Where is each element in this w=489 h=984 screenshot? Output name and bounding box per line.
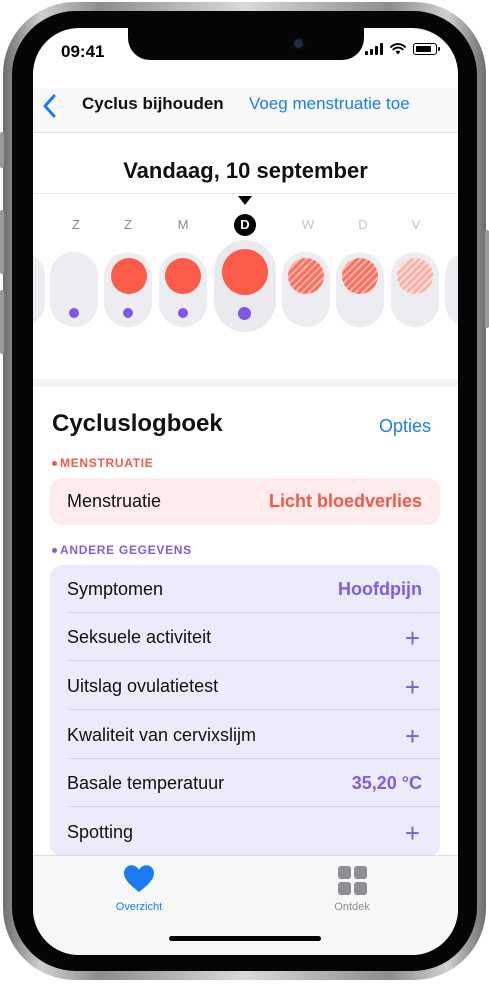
period-marker [111,258,147,294]
status-icons [365,43,440,55]
other-data-section-label: ANDERE GEGEVENS [52,543,192,557]
other-data-section-text: ANDERE GEGEVENS [60,543,192,557]
ovulation-test-row[interactable]: Uitslag ovulatietest + [50,662,440,710]
side-button-power [485,230,489,328]
add-ovulation-test-icon[interactable]: + [405,674,420,700]
other-data-card: Symptomen Hoofdpijn Seksuele activiteit … [50,565,440,857]
day-letter-sun-2: Z [124,217,132,232]
home-indicator[interactable] [169,936,321,941]
day-letter-fri: V [411,217,421,232]
cervical-mucus-row[interactable]: Kwaliteit van cervixslijm + [50,711,440,759]
basal-temperature-label: Basale temperatuur [67,773,225,793]
symptoms-value: Hoofdpijn [338,579,422,599]
menstruation-section-text: MENSTRUATIE [60,456,154,470]
day-letter-wed: W [301,217,315,232]
other-data-dot [69,308,79,318]
other-data-dot [178,308,188,318]
screen: 09:41 Cyclus bijhouden Voeg menstruatie … [33,28,458,955]
symptoms-row[interactable]: Symptomen Hoofdpijn [50,565,440,613]
side-button-volume-down [0,290,4,354]
day-letter-mon: M [177,217,189,232]
calendar-day-partial-right[interactable] [445,252,458,327]
tab-overview[interactable]: Overzicht [99,860,179,914]
add-cervical-mucus-icon[interactable]: + [405,723,420,749]
section-separator [33,379,458,387]
other-data-dot-icon [52,548,57,554]
spotting-label: Spotting [67,822,134,842]
basal-temperature-row[interactable]: Basale temperatuur 35,20 °C [50,759,440,807]
tab-discover[interactable]: Ontdek [312,860,392,914]
nav-title: Cyclus bijhouden [82,94,224,113]
today-marker-icon [238,196,252,205]
sexual-activity-row[interactable]: Seksuele activiteit + [50,613,440,661]
tab-overview-label: Overzicht [115,901,163,913]
day-letter-thu: D [358,217,368,232]
predicted-period-marker [397,258,433,294]
sexual-activity-label: Seksuele activiteit [67,627,212,647]
predicted-period-marker [288,258,324,294]
menstruation-row[interactable]: Menstruatie Licht bloedverlies [50,478,440,525]
predicted-period-marker [342,258,378,294]
period-marker [165,258,201,294]
side-button-mute [0,132,4,168]
period-marker-today [222,249,268,295]
calendar-day-partial-left[interactable] [33,252,45,327]
other-data-dot [238,307,251,320]
menstruation-label: Menstruatie [67,491,162,511]
cervical-mucus-label: Kwaliteit van cervixslijm [67,725,257,745]
basal-temperature-value: 35,20 °C [351,773,422,793]
day-letter-sun: Z [72,217,80,232]
ovulation-test-label: Uitslag ovulatietest [67,676,219,696]
menstruation-value: Licht bloedverlies [268,491,422,511]
side-button-volume-up [0,210,4,274]
tab-discover-label: Ontdek [334,901,370,913]
add-period-button[interactable]: Voeg menstruatie toe [249,94,410,114]
symptoms-label: Symptomen [67,579,164,599]
camera-icon [292,37,305,50]
options-button[interactable]: Opties [379,416,431,437]
add-spotting-icon[interactable]: + [405,820,420,846]
wifi-icon [390,43,406,55]
date-header: Vandaag, 10 september [123,158,368,183]
cycle-log-title: Cycluslogboek [52,410,223,437]
grid-icon [338,866,367,895]
add-sexual-activity-icon[interactable]: + [405,625,420,651]
cellular-signal-icon [365,43,383,55]
header-divider [33,193,458,194]
spotting-row[interactable]: Spotting + [50,808,440,856]
battery-icon [413,43,440,55]
chevron-left-icon[interactable] [42,93,58,119]
menstruation-dot-icon [52,461,57,467]
heart-icon [124,865,154,892]
menstruation-section-label: MENSTRUATIE [52,456,153,470]
status-time: 09:41 [61,42,105,61]
notch [128,28,364,60]
day-letter-today: D [234,214,256,236]
other-data-dot [123,308,133,318]
